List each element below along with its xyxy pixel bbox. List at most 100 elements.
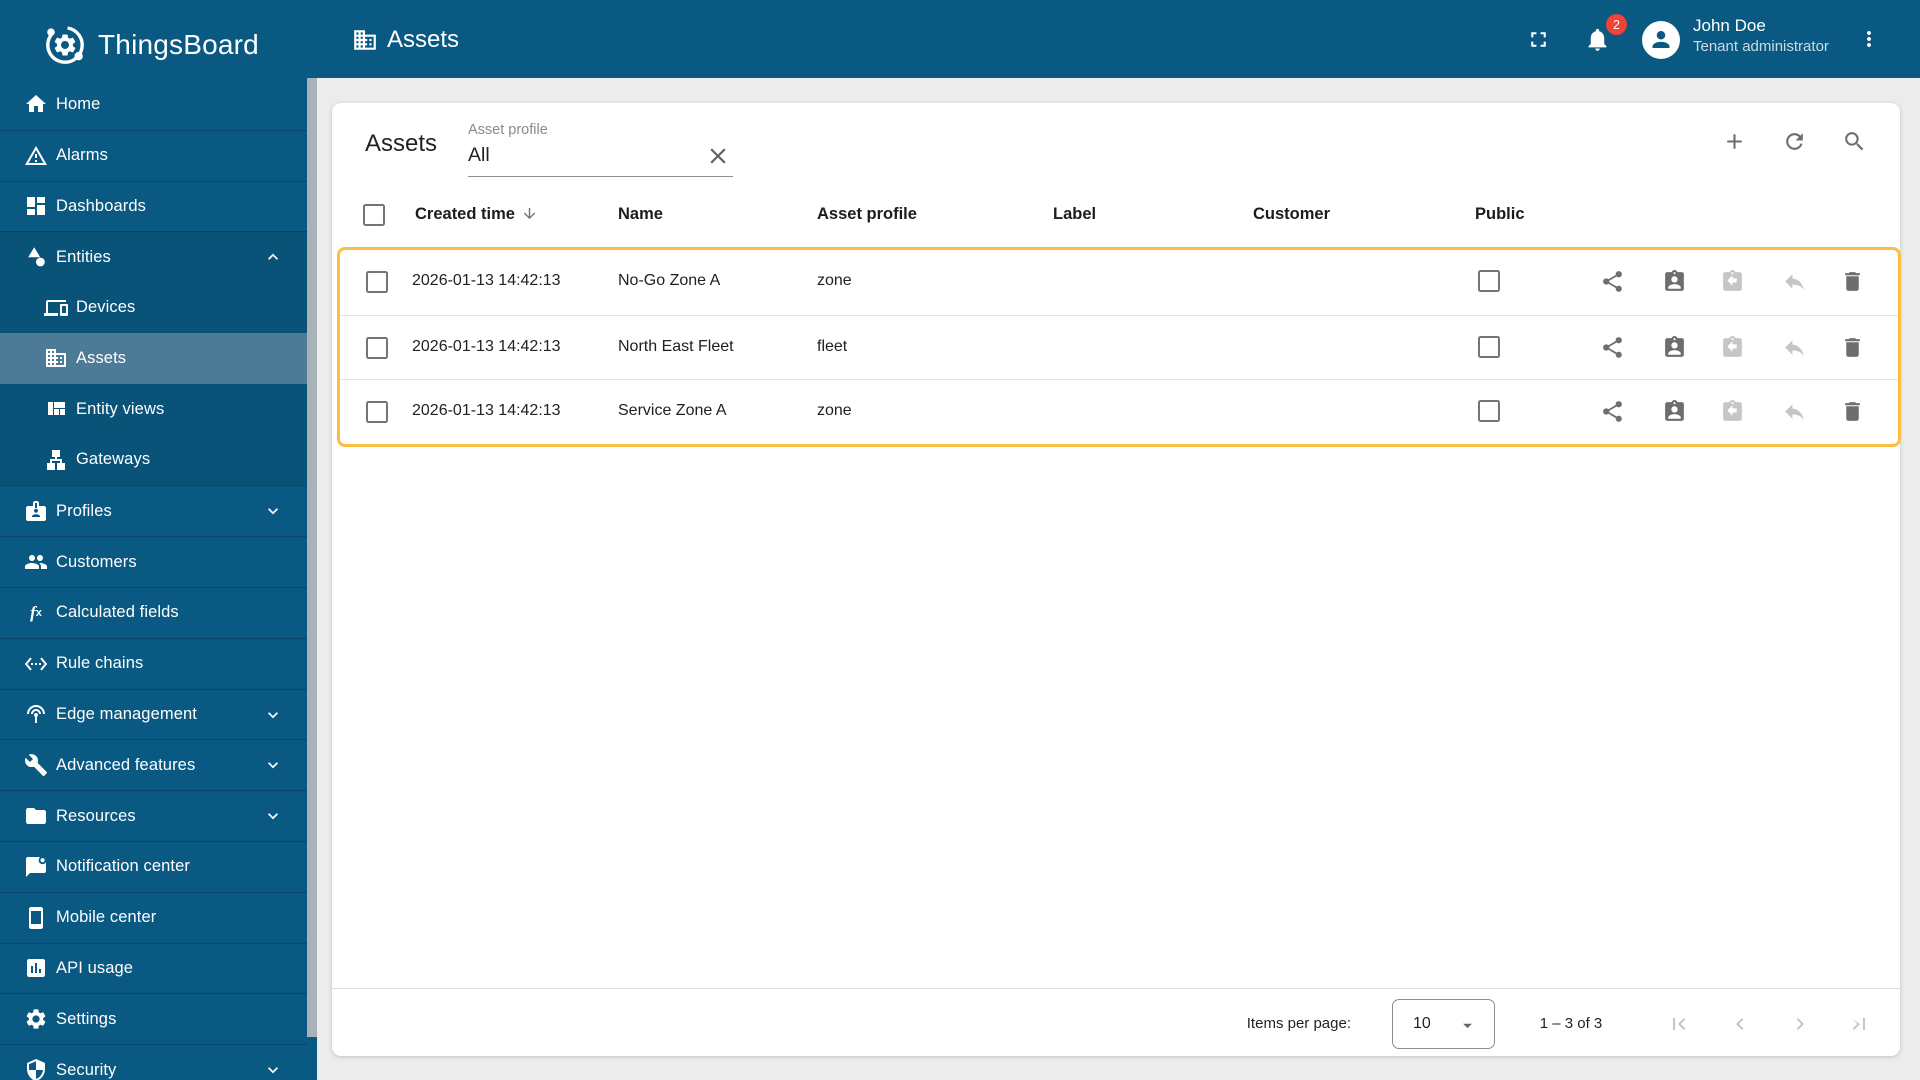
assign-to-customer-button[interactable] — [1662, 269, 1687, 294]
avatar[interactable] — [1642, 21, 1680, 59]
delete-button[interactable] — [1840, 335, 1865, 360]
first-page-button[interactable] — [1667, 1012, 1691, 1036]
user-info[interactable]: John Doe Tenant administrator — [1693, 15, 1829, 57]
assign-to-customer-button[interactable] — [1662, 399, 1687, 424]
page-size-select[interactable]: 10 — [1392, 999, 1495, 1049]
refresh-button[interactable] — [1782, 129, 1807, 154]
clear-filter-button[interactable] — [705, 143, 731, 169]
column-header-customer[interactable]: Customer — [1253, 205, 1330, 224]
row-checkbox[interactable] — [366, 401, 388, 424]
column-header-label[interactable]: Label — [1053, 205, 1096, 224]
thingsboard-app: ThingsBoard Assets 2 John Doe Tenant adm… — [0, 0, 1920, 1080]
cell-asset-profile: zone — [817, 272, 852, 289]
column-header-created-time[interactable]: Created time — [415, 205, 515, 224]
sidebar-item-dashboards[interactable]: Dashboards — [0, 180, 307, 232]
sidebar-item-entity-views[interactable]: Entity views — [0, 383, 307, 435]
row-checkbox[interactable] — [366, 336, 388, 359]
table-row[interactable]: 2026-01-13 14:42:13 No-Go Zone A zone — [340, 250, 1898, 315]
cell-created-time: 2026-01-13 14:42:13 — [412, 402, 561, 420]
sidebar-item-label: Settings — [56, 1009, 117, 1028]
delete-icon — [1840, 335, 1865, 360]
row-checkbox[interactable] — [366, 271, 388, 293]
logo-text: ThingsBoard — [98, 29, 259, 60]
cell-asset-profile: fleet — [817, 337, 848, 355]
sidebar-item-devices[interactable]: Devices — [0, 282, 307, 333]
column-header-asset-profile[interactable]: Asset profile — [817, 205, 917, 224]
column-header-name[interactable]: Name — [618, 205, 663, 224]
column-header-public[interactable]: Public — [1475, 205, 1525, 224]
logo[interactable]: ThingsBoard — [40, 21, 259, 69]
sidebar-item-customers[interactable]: Customers — [0, 536, 307, 587]
sidebar-item-advanced-features[interactable]: Advanced features — [0, 739, 307, 790]
sidebar-item-calculated-fields[interactable]: f x Calculated fields — [0, 586, 307, 638]
sidebar-nav: Home Alarms Dashboards Entities Devices Asset… — [0, 79, 307, 1080]
fullscreen-button[interactable] — [1526, 27, 1551, 52]
sidebar-item-entities[interactable]: Entities — [0, 231, 307, 283]
delete-button[interactable] — [1840, 269, 1865, 294]
sidebar-item-edge-management[interactable]: Edge management — [0, 688, 307, 740]
sidebar-item-api-usage[interactable]: API usage — [0, 942, 307, 994]
select-all-checkbox[interactable] — [363, 204, 385, 226]
public-checkbox[interactable] — [1478, 270, 1500, 292]
sidebar-item-label: Customers — [56, 552, 137, 571]
sidebar-item-notification-center[interactable]: Notification center — [0, 840, 307, 892]
sidebar-item-alarms[interactable]: Alarms — [0, 129, 307, 181]
table-row[interactable]: 2026-01-13 14:42:13 Service Zone A zone — [340, 379, 1898, 444]
sidebar: Home Alarms Dashboards Entities Devices Asset… — [0, 78, 317, 1080]
unassign-from-customer-icon — [1720, 335, 1745, 360]
sidebar-item-label: Entities — [56, 247, 111, 266]
sidebar-item-home[interactable]: Home — [0, 79, 307, 130]
top-header: ThingsBoard Assets 2 John Doe Tenant adm… — [0, 0, 1920, 78]
sidebar-item-label: Dashboards — [56, 196, 146, 215]
sidebar-item-label: Notification center — [56, 857, 190, 876]
cell-asset-profile: zone — [817, 402, 852, 420]
share-icon — [1600, 335, 1625, 360]
entities-icon — [24, 245, 48, 269]
table-row[interactable]: 2026-01-13 14:42:13 North East Fleet fleet — [340, 314, 1898, 380]
asset-profile-filter[interactable]: Asset profile All — [468, 115, 733, 177]
sidebar-item-rule-chains[interactable]: Rule chains — [0, 637, 307, 689]
unassign-from-customer-button[interactable] — [1720, 399, 1745, 424]
sidebar-item-settings[interactable]: Settings — [0, 993, 307, 1044]
home-icon — [24, 92, 48, 116]
share-button[interactable] — [1600, 399, 1625, 424]
assign-to-customer-icon — [1662, 399, 1687, 424]
sidebar-item-gateways[interactable]: Gateways — [0, 434, 307, 486]
cell-created-time: 2026-01-13 14:42:13 — [412, 272, 561, 289]
make-private-button[interactable] — [1782, 399, 1807, 424]
share-button[interactable] — [1600, 335, 1625, 360]
page-title: Assets — [387, 26, 460, 53]
cell-name: No-Go Zone A — [618, 272, 721, 289]
unassign-from-customer-button[interactable] — [1720, 335, 1745, 360]
last-page-button[interactable] — [1847, 1012, 1871, 1036]
next-page-button[interactable] — [1788, 1012, 1812, 1036]
sidebar-item-mobile-center[interactable]: Mobile center — [0, 891, 307, 943]
sidebar-item-profiles[interactable]: Profiles — [0, 485, 307, 536]
share-button[interactable] — [1600, 269, 1625, 294]
gateways-icon — [44, 448, 68, 472]
assign-to-customer-button[interactable] — [1662, 335, 1687, 360]
cell-created-time: 2026-01-13 14:42:13 — [412, 337, 561, 355]
delete-button[interactable] — [1840, 399, 1865, 424]
assets-card: Assets Asset profile All Created time Na… — [332, 103, 1901, 1056]
share-icon — [1600, 399, 1625, 424]
sidebar-item-resources[interactable]: Resources — [0, 790, 307, 841]
add-asset-button[interactable] — [1722, 129, 1747, 154]
sidebar-item-assets[interactable]: Assets — [0, 332, 307, 384]
sidebar-scrollbar[interactable] — [307, 78, 317, 1037]
public-checkbox[interactable] — [1478, 400, 1500, 423]
search-button[interactable] — [1842, 129, 1867, 154]
sidebar-item-security[interactable]: Security — [0, 1044, 307, 1080]
make-private-button[interactable] — [1782, 269, 1807, 294]
more-menu-button[interactable] — [1857, 27, 1881, 51]
previous-page-button[interactable] — [1728, 1012, 1752, 1036]
mobile-center-icon — [24, 906, 48, 930]
public-checkbox[interactable] — [1478, 335, 1500, 358]
chevron-down-icon — [263, 705, 283, 725]
unassign-from-customer-button[interactable] — [1720, 269, 1745, 294]
filter-label: Asset profile — [468, 122, 548, 138]
devices-icon — [44, 296, 68, 320]
assets-icon — [44, 346, 68, 370]
sort-desc-icon[interactable] — [521, 205, 538, 222]
make-private-button[interactable] — [1782, 335, 1807, 360]
